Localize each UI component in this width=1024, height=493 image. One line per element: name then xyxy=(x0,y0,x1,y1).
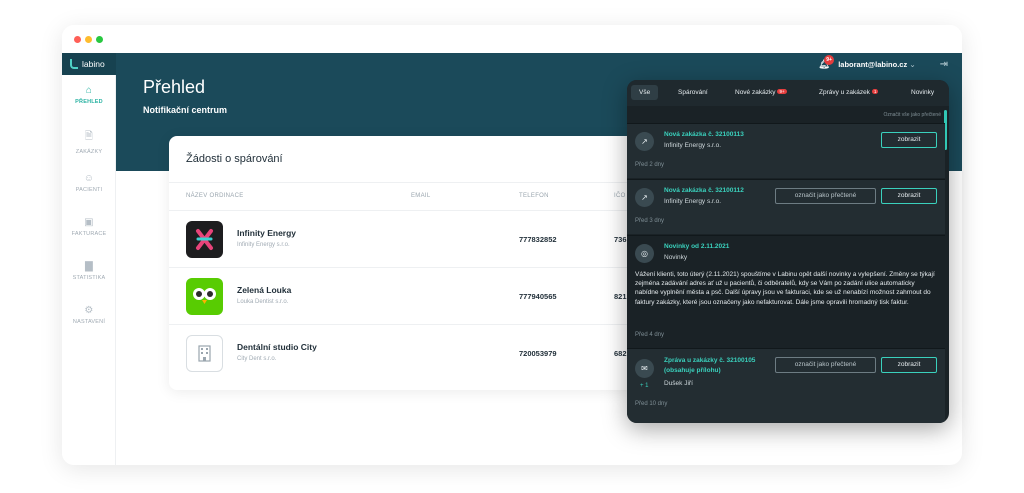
user-menu[interactable]: laborant@labino.cz ⌄ xyxy=(838,60,915,69)
notification-date: Před 2 dny xyxy=(635,162,665,168)
sidebar-item-label: PACIENTI xyxy=(75,187,103,193)
practice-phone: 777832852 xyxy=(519,235,557,244)
tab-order-messages[interactable]: Zprávy u zakázek 1 xyxy=(819,89,879,96)
mark-all-read-link[interactable]: Označit vše jako přečtené xyxy=(883,112,941,118)
window-titlebar xyxy=(62,25,962,53)
sidebar-item-label: PŘEHLED xyxy=(75,99,103,105)
sidebar-item-label: NASTAVENÍ xyxy=(72,319,106,325)
column-header-email: EMAIL xyxy=(411,193,431,199)
notification-date: Před 4 dny xyxy=(635,332,665,338)
logout-icon[interactable]: ⇥ xyxy=(940,59,948,70)
notification-item[interactable]: ✉ + 1 Zpráva u zakázky č. 32100105 (obsa… xyxy=(627,348,945,423)
table-row[interactable]: Infinity Energy Infinity Energy s.r.o. 7… xyxy=(169,210,639,267)
labino-logo-icon xyxy=(70,59,78,69)
notification-item[interactable]: ◎ Novinky od 2.11.2021 Novinky Vážení kl… xyxy=(627,235,945,347)
tab-news[interactable]: Novinky xyxy=(911,89,934,96)
tooth-icon: ↗ xyxy=(635,188,654,207)
practice-name: Dentální studio City xyxy=(237,342,317,352)
app-logo-text: labino xyxy=(82,59,105,69)
sidebar-item-prehled[interactable]: ⌂ PŘEHLED xyxy=(62,85,116,105)
column-header-name: NÁZEV ORDINACE xyxy=(186,193,244,199)
practice-name: Zelená Louka xyxy=(237,285,292,295)
sidebar-item-pacienti[interactable]: ☺ PACIENTI xyxy=(62,173,116,193)
chevron-down-icon: ⌄ xyxy=(909,59,916,69)
home-icon: ⌂ xyxy=(85,85,93,96)
notification-subtitle: Infinity Energy s.r.o. xyxy=(664,198,722,205)
practice-company: City Dent s.r.o. xyxy=(237,356,277,362)
table-row[interactable]: Dentální studio City City Dent s.r.o. 72… xyxy=(169,324,639,381)
user-area: 🔔︎ 9+ laborant@labino.cz ⌄ ⇥ xyxy=(818,53,948,75)
practice-phone: 720053979 xyxy=(519,349,557,358)
notification-title: Nová zakázka č. 32100113 xyxy=(664,131,744,138)
sidebar-item-label: FAKTURACE xyxy=(71,231,107,237)
practice-name: Infinity Energy xyxy=(237,228,297,238)
attachment-count: + 1 xyxy=(640,383,649,389)
document-icon: 🗎︎ xyxy=(84,131,94,142)
page-subtitle: Notifikační centrum xyxy=(143,105,228,115)
practice-phone: 777940565 xyxy=(519,292,557,301)
chart-icon: ▇ xyxy=(85,261,93,272)
page-title: Přehled xyxy=(143,77,206,97)
tab-badge: 9+ xyxy=(777,89,787,94)
sidebar-item-label: ZAKÁZKY xyxy=(75,149,103,155)
notification-body: Vážení klienti, toto úterý (2.11.2021) s… xyxy=(635,271,935,306)
notification-badge: 9+ xyxy=(824,55,834,65)
divider xyxy=(169,182,639,183)
notification-item[interactable]: ↗ Nová zakázka č. 32100112 Infinity Ener… xyxy=(627,179,945,234)
close-window-button[interactable] xyxy=(74,36,81,43)
tab-all[interactable]: Vše xyxy=(631,85,659,100)
table-row[interactable]: Zelená Louka Louka Dentist s.r.o. 777940… xyxy=(169,267,639,324)
sidebar-item-label: STATISTIKA xyxy=(72,275,106,281)
user-email: laborant@labino.cz xyxy=(838,59,908,69)
notification-date: Před 3 dny xyxy=(635,218,665,224)
sidebar: ⌂ PŘEHLED 🗎︎ ZAKÁZKY ☺ PACIENTI ▣ FAKTUR… xyxy=(62,75,116,465)
notification-date: Před 10 dny xyxy=(635,401,668,407)
mail-icon: ✉ xyxy=(635,359,654,378)
sidebar-item-fakturace[interactable]: ▣ FAKTURACE xyxy=(62,217,116,237)
sidebar-item-nastaveni[interactable]: ⚙ NASTAVENÍ xyxy=(62,305,116,325)
notification-title: Zpráva u zakázky č. 32100105 (obsahuje p… xyxy=(664,357,756,374)
mark-read-button[interactable]: označit jako přečtené xyxy=(775,188,876,204)
practice-logo xyxy=(186,278,223,315)
notification-subtitle: Novinky xyxy=(664,254,688,261)
practice-logo xyxy=(186,221,223,258)
money-icon: ▣ xyxy=(84,217,94,228)
practice-ico: 736 xyxy=(614,235,627,244)
notification-subtitle: Dušek Jiří xyxy=(664,380,693,387)
minimize-window-button[interactable] xyxy=(85,36,92,43)
notification-panel: Vše Spárování Nové zakázky 9+ Zprávy u za… xyxy=(627,80,949,423)
notification-subtitle: Infinity Energy s.r.o. xyxy=(664,142,722,149)
notification-title: Novinky od 2.11.2021 xyxy=(664,243,730,250)
tab-label: Nové zakázky xyxy=(735,89,776,96)
notification-tabs: Vše Spárování Nové zakázky 9+ Zprávy u za… xyxy=(627,80,949,106)
building-icon xyxy=(186,335,223,372)
gear-icon: ⚙ xyxy=(84,305,94,316)
tab-pairing[interactable]: Spárování xyxy=(678,89,708,96)
practice-company: Infinity Energy s.r.o. xyxy=(237,242,290,248)
practice-ico: 682 xyxy=(614,349,627,358)
globe-icon: ◎ xyxy=(635,244,654,263)
card-title: Žádosti o spárování xyxy=(186,153,283,165)
tooth-icon: ↗ xyxy=(635,132,654,151)
app-logo[interactable]: labino xyxy=(62,53,116,75)
column-header-ico: IČO xyxy=(614,193,626,199)
bell-icon[interactable]: 🔔︎ 9+ xyxy=(818,55,834,69)
tab-badge: 1 xyxy=(871,89,879,94)
user-icon: ☺ xyxy=(83,173,95,184)
practice-ico: 821 xyxy=(614,292,627,301)
show-button[interactable]: zobrazit xyxy=(881,188,937,204)
tab-label: Zprávy u zakázek xyxy=(819,89,870,96)
sidebar-item-zakazky[interactable]: 🗎︎ ZAKÁZKY xyxy=(62,129,116,155)
column-header-phone: TELEFON xyxy=(519,193,549,199)
maximize-window-button[interactable] xyxy=(96,36,103,43)
pairing-requests-card: Žádosti o spárování NÁZEV ORDINACE EMAIL… xyxy=(169,136,639,390)
notification-title: Nová zakázka č. 32100112 xyxy=(664,187,744,194)
mark-read-button[interactable]: označit jako přečtené xyxy=(775,357,876,373)
notification-item[interactable]: ↗ Nová zakázka č. 32100113 Infinity Ener… xyxy=(627,123,945,178)
show-button[interactable]: zobrazit xyxy=(881,132,937,148)
sidebar-item-statistika[interactable]: ▇ STATISTIKA xyxy=(62,261,116,281)
tab-new-orders[interactable]: Nové zakázky 9+ xyxy=(735,89,787,96)
show-button[interactable]: zobrazit xyxy=(881,357,937,373)
practice-company: Louka Dentist s.r.o. xyxy=(237,299,289,305)
